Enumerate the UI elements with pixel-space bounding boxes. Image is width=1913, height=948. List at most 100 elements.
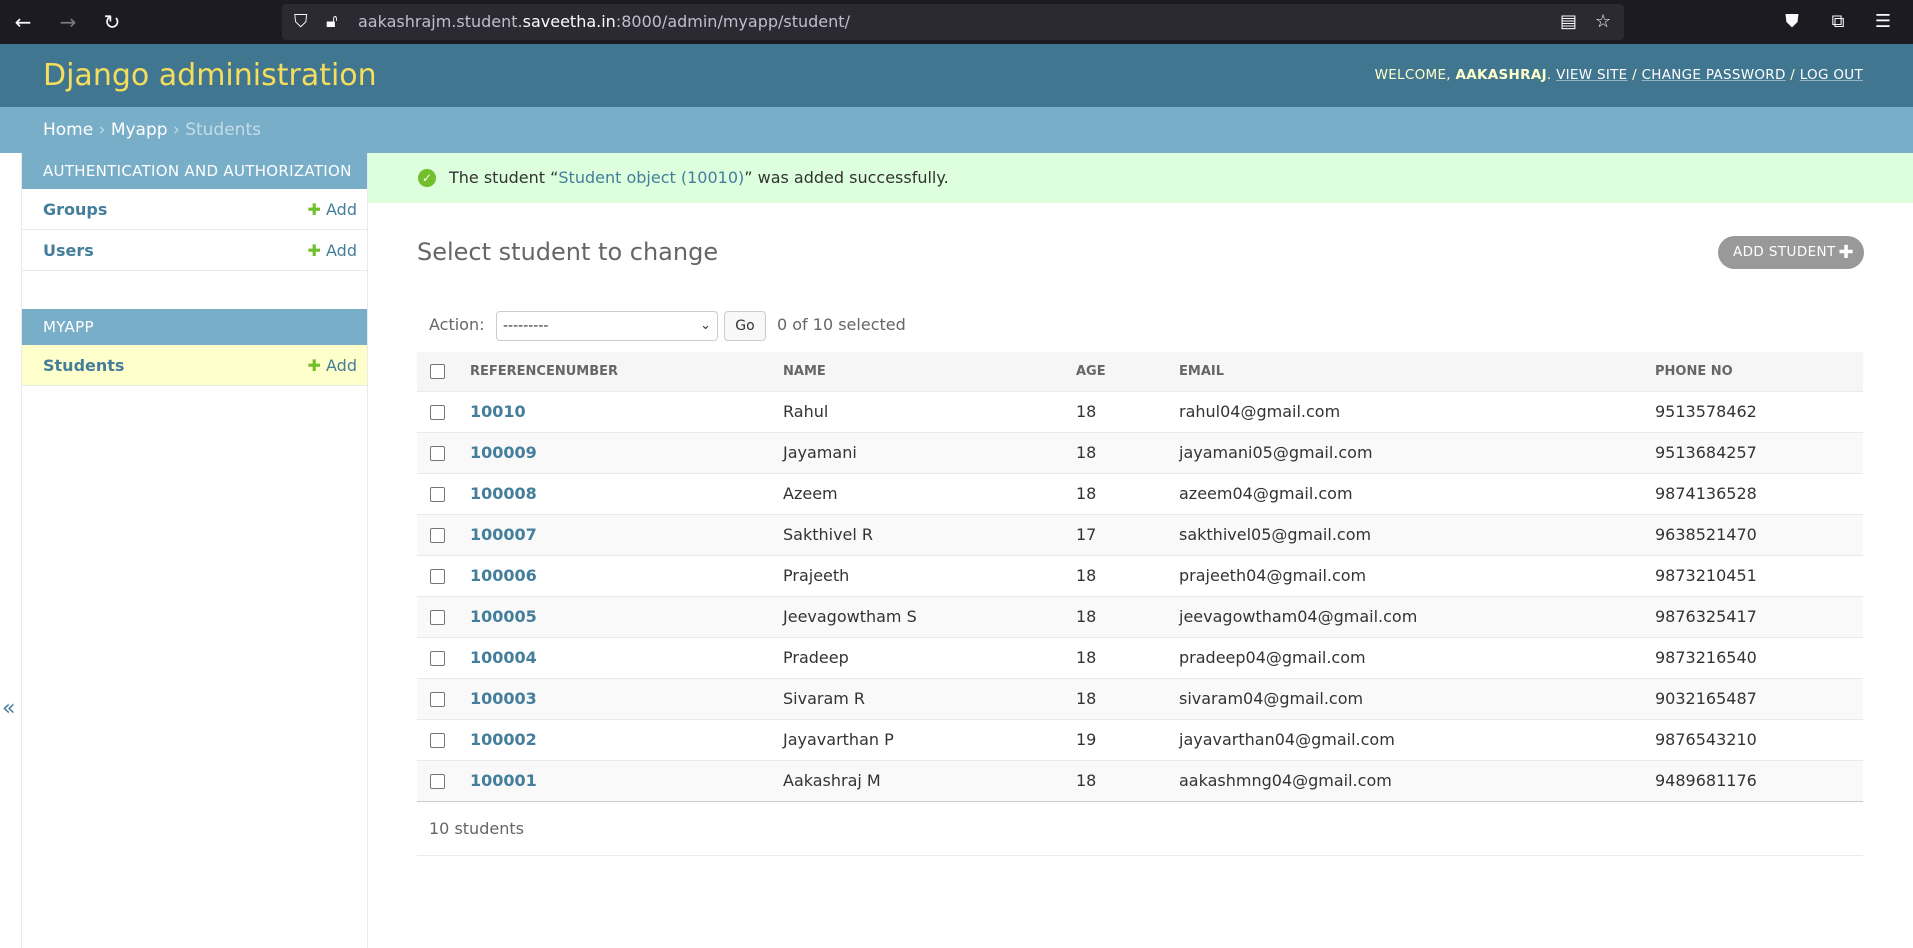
column-age[interactable]: AGE (1076, 352, 1179, 392)
breadcrumb-app[interactable]: Myapp (111, 120, 168, 140)
users-add-link[interactable]: ✚ Add (308, 230, 357, 271)
reload-icon[interactable]: ↻ (98, 8, 126, 36)
row-checkbox[interactable] (430, 405, 445, 420)
student-email: sivaram04@gmail.com (1179, 678, 1655, 720)
student-name: Aakashraj M (783, 760, 1076, 802)
student-email: jayavarthan04@gmail.com (1179, 719, 1655, 761)
breadcrumb: Home › Myapp › Students (0, 107, 1913, 153)
paginator: 10 students (417, 808, 1863, 856)
student-phone: 9513578462 (1655, 391, 1863, 433)
student-phone: 9876325417 (1655, 596, 1863, 638)
student-name: Sivaram R (783, 678, 1076, 720)
sidebar-item-students: Students ✚ Add (22, 345, 367, 386)
student-name: Rahul (783, 391, 1076, 433)
reference-number-link[interactable]: 100006 (470, 566, 537, 585)
row-checkbox[interactable] (430, 569, 445, 584)
pocket-icon[interactable]: ⛊ (1778, 8, 1806, 36)
nav-sidebar-toggle[interactable]: « (0, 153, 22, 948)
column-email[interactable]: EMAIL (1179, 352, 1655, 392)
go-button[interactable]: Go (724, 311, 766, 341)
table-row: 10010 Rahul 18 rahul04@gmail.com 9513578462 (417, 391, 1863, 433)
student-name: Azeem (783, 473, 1076, 515)
student-email: jeevagowtham04@gmail.com (1179, 596, 1655, 638)
chevron-down-icon: ⌄ (700, 318, 711, 333)
breadcrumb-home[interactable]: Home (43, 120, 93, 140)
reference-number-link[interactable]: 100008 (470, 484, 537, 503)
row-checkbox[interactable] (430, 774, 445, 789)
column-name[interactable]: NAME (783, 352, 1076, 392)
groups-link[interactable]: Groups (43, 200, 107, 219)
module-caption-myapp[interactable]: Myapp (22, 309, 367, 345)
groups-add-link[interactable]: ✚ Add (308, 189, 357, 230)
reader-view-icon[interactable]: ▤ (1560, 4, 1577, 40)
site-name[interactable]: Django administration (43, 44, 377, 107)
reference-number-link[interactable]: 100003 (470, 689, 537, 708)
insecure-lock-icon[interactable]: 🔓︎ (326, 4, 338, 40)
reference-number-link[interactable]: 10010 (470, 402, 526, 421)
row-checkbox[interactable] (430, 692, 445, 707)
forward-icon[interactable]: → (54, 8, 82, 36)
student-age: 18 (1076, 432, 1179, 474)
student-name: Jayavarthan P (783, 719, 1076, 761)
nav-sidebar: Authentication and Authorization Groups … (22, 153, 368, 948)
student-age: 18 (1076, 678, 1179, 720)
add-icon: ✚ (307, 200, 321, 219)
student-phone: 9489681176 (1655, 760, 1863, 802)
username: AAKASHRAJ (1455, 67, 1547, 83)
table-row: 100009 Jayamani 18 jayamani05@gmail.com 9513… (417, 432, 1863, 474)
logout-link[interactable]: LOG OUT (1800, 67, 1863, 83)
table-row: 100006 Prajeeth 18 prajeeth04@gmail.com 9873… (417, 555, 1863, 597)
url-text[interactable]: aakashrajm.student.saveetha.in:8000/admi… (358, 4, 850, 40)
student-email: rahul04@gmail.com (1179, 391, 1655, 433)
student-phone: 9873216540 (1655, 637, 1863, 679)
table-row: 100002 Jayavarthan P 19 jayavarthan04@gmail… (417, 719, 1863, 761)
student-age: 18 (1076, 637, 1179, 679)
reference-number-link[interactable]: 100001 (470, 771, 537, 790)
menu-icon[interactable]: ☰ (1869, 8, 1897, 36)
student-phone: 9873210451 (1655, 555, 1863, 597)
reference-number-link[interactable]: 100007 (470, 525, 537, 544)
student-object-link[interactable]: Student object (10010) (558, 168, 744, 187)
table-row: 100008 Azeem 18 azeem04@gmail.com 9874136528 (417, 473, 1863, 515)
view-site-link[interactable]: VIEW SITE (1556, 67, 1627, 83)
users-link[interactable]: Users (43, 241, 94, 260)
site-header: Django administration WELCOME, AAKASHRAJ… (0, 44, 1913, 107)
row-checkbox[interactable] (430, 446, 445, 461)
reference-number-link[interactable]: 100009 (470, 443, 537, 462)
student-name: Sakthivel R (783, 514, 1076, 556)
row-checkbox[interactable] (430, 528, 445, 543)
add-icon: ✚ (307, 356, 321, 375)
extensions-icon[interactable]: ⧉ (1824, 8, 1852, 36)
students-add-link[interactable]: ✚ Add (308, 345, 357, 386)
back-icon[interactable]: ← (9, 8, 37, 36)
page-title: Select student to change (417, 238, 719, 266)
table-row: 100003 Sivaram R 18 sivaram04@gmail.com 9032… (417, 678, 1863, 720)
change-password-link[interactable]: CHANGE PASSWORD (1642, 67, 1786, 83)
selected-count: 0 of 10 selected (777, 315, 906, 334)
select-all-checkbox[interactable] (430, 363, 445, 379)
module-caption-auth[interactable]: Authentication and Authorization (22, 153, 367, 189)
sidebar-item-users: Users ✚ Add (22, 230, 367, 271)
row-checkbox[interactable] (430, 651, 445, 666)
student-age: 18 (1076, 555, 1179, 597)
reference-number-link[interactable]: 100002 (470, 730, 537, 749)
add-student-button[interactable]: ADD STUDENT ✚ (1718, 236, 1864, 269)
address-bar[interactable]: ⛉ 🔓︎ aakashrajm.student.saveetha.in:8000… (282, 4, 1624, 40)
column-phone-no[interactable]: PHONE NO (1655, 352, 1863, 392)
breadcrumb-current: Students (185, 120, 261, 140)
bookmark-star-icon[interactable]: ☆ (1595, 4, 1611, 40)
row-checkbox[interactable] (430, 487, 445, 502)
row-checkbox[interactable] (430, 733, 445, 748)
collapse-icon[interactable]: « (2, 696, 15, 721)
student-phone: 9874136528 (1655, 473, 1863, 515)
success-message: ✓ The student “Student object (10010)” w… (368, 153, 1913, 203)
students-link[interactable]: Students (43, 356, 124, 375)
reference-number-link[interactable]: 100005 (470, 607, 537, 626)
shield-icon[interactable]: ⛉ (294, 4, 308, 40)
row-checkbox[interactable] (430, 610, 445, 625)
table-row: 100005 Jeevagowtham S 18 jeevagowtham04@gma… (417, 596, 1863, 638)
reference-number-link[interactable]: 100004 (470, 648, 537, 667)
column-referencenumber[interactable]: REFERENCENUMBER (470, 352, 783, 392)
welcome-text: WELCOME, (1374, 67, 1451, 83)
action-select[interactable]: --------- ⌄ (496, 311, 718, 341)
